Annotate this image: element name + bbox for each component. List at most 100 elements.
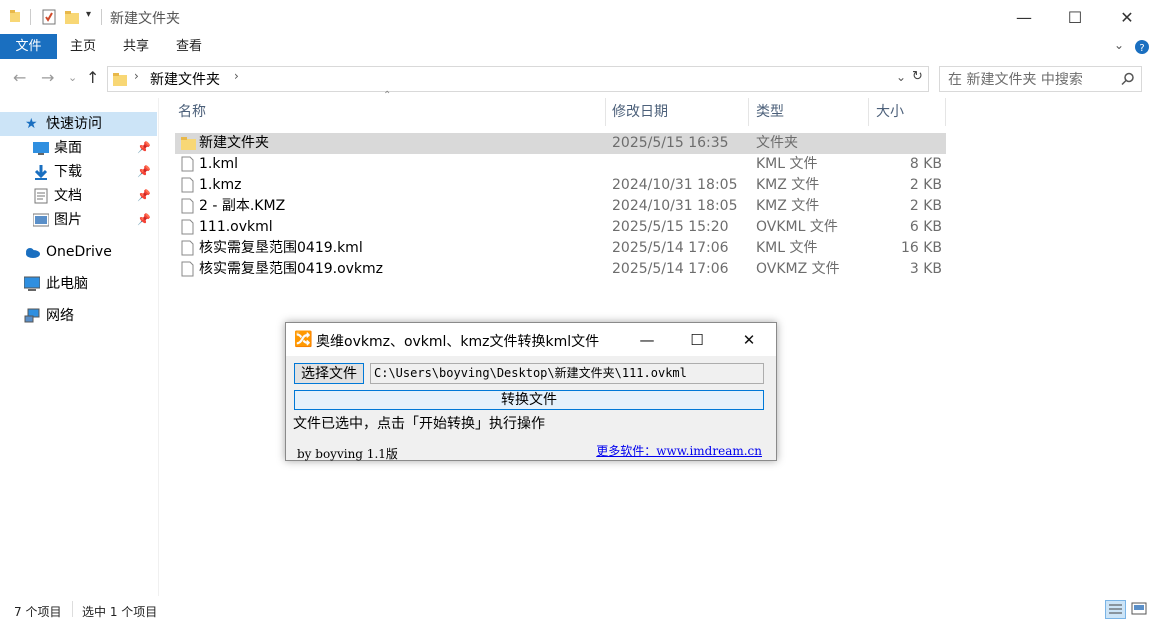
breadcrumb-current[interactable]: 新建文件夹	[150, 69, 220, 89]
table-row[interactable]: 2 - 副本.KMZ 2024/10/31 18:05 KMZ 文件 2 KB	[175, 196, 946, 217]
up-icon[interactable]: ↑	[86, 68, 99, 87]
sidebar-item-this-pc[interactable]: 此电脑	[0, 272, 157, 296]
status-message: 文件已选中，点击「开始转换」执行操作	[293, 416, 545, 432]
column-header-date[interactable]: 修改日期	[604, 98, 749, 126]
convert-file-button[interactable]: 转换文件	[294, 390, 764, 410]
details-view-button[interactable]	[1105, 600, 1126, 619]
table-row[interactable]: 111.ovkml 2025/5/15 15:20 OVKML 文件 6 KB	[175, 217, 946, 238]
sidebar-item-label: 网络	[46, 308, 74, 324]
tab-file[interactable]: 文件	[0, 34, 57, 59]
column-header-size[interactable]: 大小	[868, 98, 946, 126]
breadcrumb-separator-icon: ›	[234, 69, 239, 83]
maximize-button[interactable]: ☐	[1052, 0, 1098, 34]
search-placeholder: 在 新建文件夹 中搜索	[948, 72, 1083, 88]
file-date: 2025/5/15 15:20	[612, 219, 729, 235]
address-row: ← → ⌄ ↑ › 新建文件夹 › ⌄ ↻ 在 新建文件夹 中搜索	[0, 60, 1154, 96]
more-software-link[interactable]: 更多软件：www.imdream.cn	[596, 442, 762, 459]
tab-home[interactable]: 主页	[62, 34, 104, 59]
details-view-icon	[1109, 604, 1122, 614]
sidebar-item-desktop[interactable]: 桌面 📌	[0, 136, 157, 160]
file-icon	[181, 219, 194, 235]
refresh-icon: ↻	[912, 69, 923, 84]
file-date: 2025/5/15 16:35	[612, 135, 729, 151]
recent-dropdown-icon[interactable]: ⌄	[68, 71, 77, 84]
version-label: by boyving 1.1版	[297, 447, 398, 461]
table-row[interactable]: 1.kmz 2024/10/31 18:05 KMZ 文件 2 KB	[175, 175, 946, 196]
shuffle-icon: 🔀	[294, 330, 313, 348]
properties-icon[interactable]	[41, 9, 57, 25]
file-name: 1.kmz	[199, 177, 242, 193]
file-name: 2 - 副本.KMZ	[199, 198, 286, 214]
file-type: KMZ 文件	[756, 198, 820, 214]
separator	[72, 601, 73, 617]
table-row[interactable]: 核实需复垦范围0419.ovkmz 2025/5/14 17:06 OVKMZ 文件…	[175, 259, 946, 280]
sidebar-item-label: 图片	[54, 212, 82, 228]
dialog-close-button[interactable]: ✕	[726, 323, 772, 356]
search-input[interactable]: 在 新建文件夹 中搜索	[939, 66, 1142, 92]
choose-file-button[interactable]: 选择文件	[294, 363, 364, 384]
quick-access-dropdown-icon[interactable]: ▾	[86, 9, 91, 20]
file-icon	[181, 198, 194, 214]
refresh-button[interactable]: ↻	[908, 66, 929, 92]
pin-icon: 📌	[137, 165, 151, 178]
desktop-icon	[33, 142, 49, 155]
table-row[interactable]: 核实需复垦范围0419.kml 2025/5/14 17:06 KML 文件 16 K…	[175, 238, 946, 259]
large-icons-view-icon	[1131, 602, 1147, 615]
window-title: 新建文件夹	[110, 11, 180, 27]
file-path-field[interactable]: C:\Users\boyving\Desktop\新建文件夹\111.ovkml	[370, 363, 764, 384]
ribbon-expand-icon[interactable]: ⌄	[1114, 38, 1124, 52]
file-icon	[181, 177, 194, 193]
dialog-maximize-button[interactable]: ☐	[674, 323, 720, 356]
sidebar-item-downloads[interactable]: 下载 📌	[0, 160, 157, 184]
address-bar[interactable]: › 新建文件夹 › ⌄	[107, 66, 910, 92]
column-header-type[interactable]: 类型	[748, 98, 869, 126]
network-icon	[24, 308, 40, 323]
file-type: KML 文件	[756, 240, 818, 256]
tab-view[interactable]: 查看	[168, 34, 210, 59]
forward-icon[interactable]: →	[41, 68, 54, 87]
sidebar-item-documents[interactable]: 文档 📌	[0, 184, 157, 208]
dialog-title: 奥维ovkmz、ovkml、kmz文件转换kml文件	[316, 334, 600, 350]
sidebar-item-network[interactable]: 网络	[0, 304, 157, 328]
large-icons-view-button[interactable]	[1129, 600, 1150, 619]
close-button[interactable]: ✕	[1104, 0, 1150, 34]
file-name: 核实需复垦范围0419.ovkmz	[199, 261, 384, 277]
file-type: KML 文件	[756, 156, 818, 172]
pin-icon: 📌	[137, 141, 151, 154]
item-count: 7 个项目	[14, 605, 62, 619]
pictures-icon	[33, 213, 49, 227]
title-bar: ▾ 新建文件夹 — ☐ ✕	[0, 0, 1154, 34]
file-type: 文件夹	[756, 135, 798, 151]
file-icon	[181, 240, 194, 256]
tab-share[interactable]: 共享	[115, 34, 157, 59]
sidebar-item-quick-access[interactable]: ★ 快速访问	[0, 112, 157, 136]
folder-icon	[181, 137, 196, 150]
file-size: 6 KB	[909, 219, 942, 235]
column-header-name[interactable]: 名称	[170, 98, 606, 126]
sidebar-item-label: 桌面	[54, 140, 82, 156]
new-folder-icon[interactable]	[64, 9, 80, 25]
file-name: 核实需复垦范围0419.kml	[199, 240, 363, 256]
file-size: 3 KB	[909, 261, 942, 277]
breadcrumb-separator-icon: ›	[134, 69, 139, 83]
file-name: 1.kml	[199, 156, 238, 172]
sidebar-item-pictures[interactable]: 图片 📌	[0, 208, 157, 232]
address-dropdown-icon[interactable]: ⌄	[896, 70, 906, 84]
converter-dialog: 🔀 奥维ovkmz、ovkml、kmz文件转换kml文件 — ☐ ✕ 选择文件 …	[285, 322, 777, 461]
table-row[interactable]: 新建文件夹 2025/5/15 16:35 文件夹	[175, 133, 946, 154]
help-icon[interactable]: ?	[1134, 39, 1150, 55]
table-row[interactable]: 1.kml KML 文件 8 KB	[175, 154, 946, 175]
minimize-button[interactable]: —	[1001, 0, 1047, 34]
back-icon[interactable]: ←	[13, 68, 26, 87]
file-date: 2025/5/14 17:06	[612, 261, 729, 277]
navigation-pane: ★ 快速访问 桌面 📌 下载 📌 文档 📌 图片 📌 OneDrive 此电脑 …	[0, 98, 159, 596]
search-icon[interactable]	[1121, 72, 1135, 86]
file-date: 2024/10/31 18:05	[612, 177, 738, 193]
computer-icon	[24, 276, 40, 291]
file-name: 111.ovkml	[199, 219, 273, 235]
svg-text:?: ?	[1139, 43, 1144, 54]
sidebar-item-onedrive[interactable]: OneDrive	[0, 240, 157, 264]
folder-small-icon	[10, 10, 20, 22]
sidebar-item-label: 此电脑	[46, 276, 88, 292]
dialog-minimize-button[interactable]: —	[624, 323, 670, 356]
